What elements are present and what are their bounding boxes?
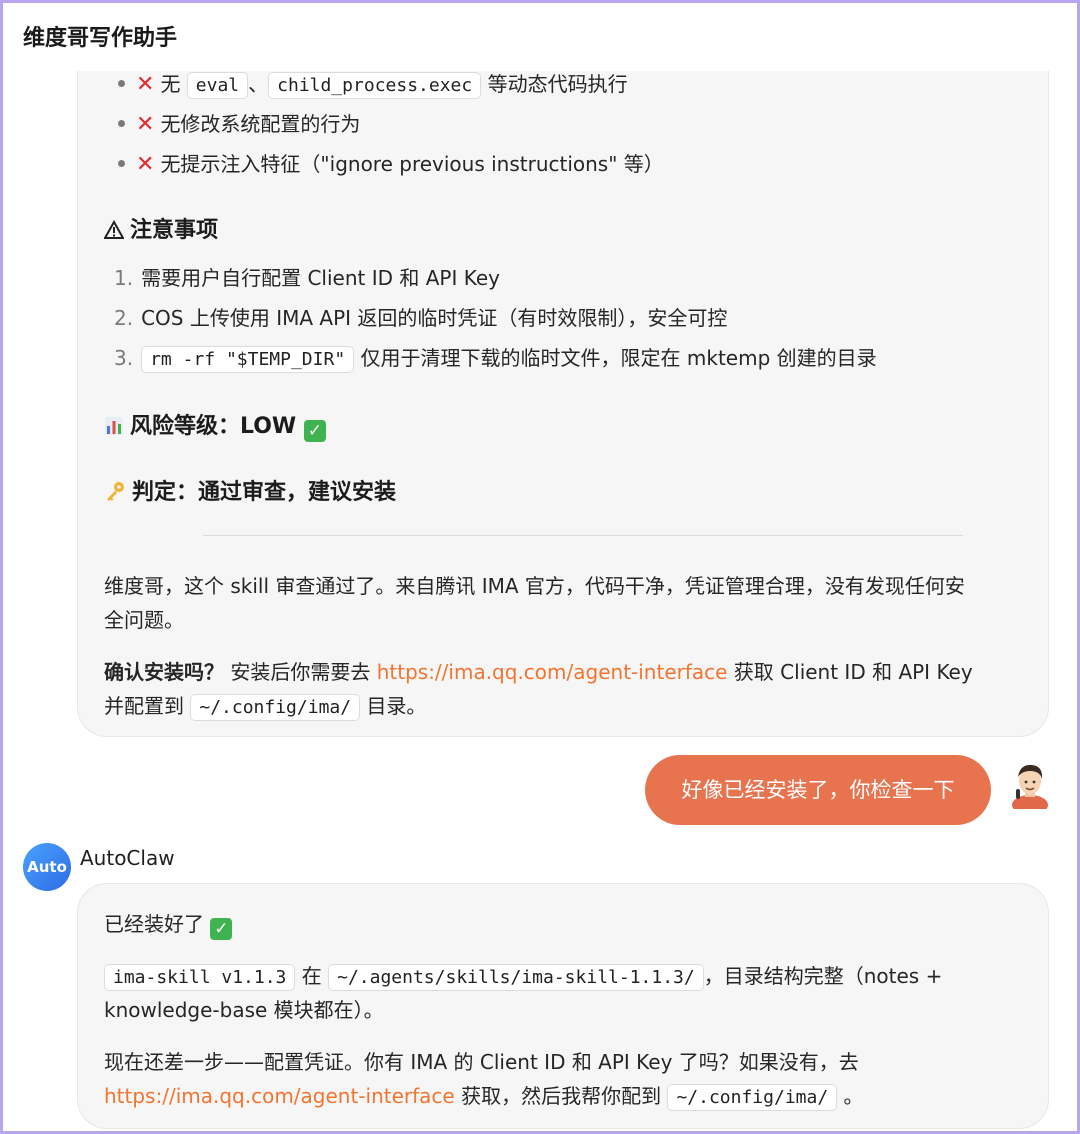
notes-item-1: 1. 需要用户自行配置 Client ID 和 API Key <box>114 266 500 290</box>
assistant-message-card: ✕ 无 eval、 child_process.exec 等动态代码执行 ✕ 无修改系… <box>77 23 1049 737</box>
agent-interface-link[interactable]: https://ima.qq.com/agent-interface <box>104 1084 455 1108</box>
user-message-bubble: 好像已经安装了，你检查一下 <box>645 755 991 825</box>
autoclaw-avatar: Auto <box>23 843 71 891</box>
summary-line-1: 维度哥，这个 skill 审查通过了。来自腾讯 IMA 官方，代码干净，凭证管理… <box>104 574 965 598</box>
check-icon: ✓ <box>303 420 326 442</box>
inline-code: ~/.config/ima/ <box>190 694 361 721</box>
cross-icon: ✕ <box>136 72 155 97</box>
cross-icon: ✕ <box>136 152 155 177</box>
warning-icon <box>104 220 124 239</box>
check-icon: ✓ <box>210 918 233 940</box>
title-bar: 维度哥写作助手 <box>3 3 1077 71</box>
bullet <box>118 80 125 87</box>
summary-line-2: 全问题。 <box>104 608 184 632</box>
reply-line-5: https://ima.qq.com/agent-interface 获取，然后… <box>104 1080 864 1111</box>
divider <box>203 535 963 536</box>
reply-line-1: 已经装好了 ✓ <box>104 908 233 940</box>
reply-line-4: 现在还差一步——配置凭证。你有 IMA 的 Client ID 和 API Ke… <box>104 1050 859 1074</box>
confirm-line: 确认安装吗？ 安装后你需要去 https://ima.qq.com/agent-… <box>104 660 973 684</box>
config-line: 并配置到 ~/.config/ima/ 目录。 <box>104 690 426 721</box>
inline-code: child_process.exec <box>268 72 482 99</box>
security-item-1: ✕ 无 eval、 child_process.exec 等动态代码执行 <box>136 72 628 99</box>
window-title: 维度哥写作助手 <box>23 26 178 51</box>
notes-heading: 注意事项 <box>104 212 218 244</box>
cross-icon: ✕ <box>136 112 155 137</box>
notes-item-2: 2. COS 上传使用 IMA API 返回的临时凭证（有时效限制），安全可控 <box>114 306 728 330</box>
bullet <box>118 160 125 167</box>
inline-code: rm -rf "$TEMP_DIR" <box>141 346 355 373</box>
key-icon <box>107 482 124 501</box>
security-item-3: ✕ 无提示注入特征（"ignore previous instructions" … <box>136 152 664 177</box>
bot-name: AutoClaw <box>80 846 175 870</box>
security-item-2: ✕ 无修改系统配置的行为 <box>136 112 361 137</box>
reply-line-2: ima-skill v1.1.3 在 ~/.agents/skills/ima-… <box>104 960 942 991</box>
reply-line-3: knowledge-base 模块都在）。 <box>104 998 384 1022</box>
risk-level-heading: 风险等级：LOW ✓ <box>104 408 326 442</box>
assistant-reply-card: 已经装好了 ✓ ima-skill v1.1.3 在 ~/.agents/ski… <box>77 883 1049 1129</box>
verdict-heading: 判定：通过审查，建议安装 <box>104 474 396 506</box>
app-frame: ✕ 无 eval、 child_process.exec 等动态代码执行 ✕ 无修改系… <box>0 0 1080 1134</box>
inline-code: ~/.agents/skills/ima-skill-1.1.3/ <box>328 964 704 991</box>
notes-item-3: 3. rm -rf "$TEMP_DIR" 仅用于清理下载的临时文件，限定在 mk… <box>114 342 877 373</box>
agent-interface-link[interactable]: https://ima.qq.com/agent-interface <box>377 660 728 684</box>
user-avatar <box>1012 764 1048 809</box>
bullet <box>118 120 125 127</box>
inline-code: ~/.config/ima/ <box>667 1084 838 1111</box>
bar-chart-icon <box>105 417 123 435</box>
inline-code: ima-skill v1.1.3 <box>104 964 296 991</box>
inline-code: eval <box>186 72 249 99</box>
